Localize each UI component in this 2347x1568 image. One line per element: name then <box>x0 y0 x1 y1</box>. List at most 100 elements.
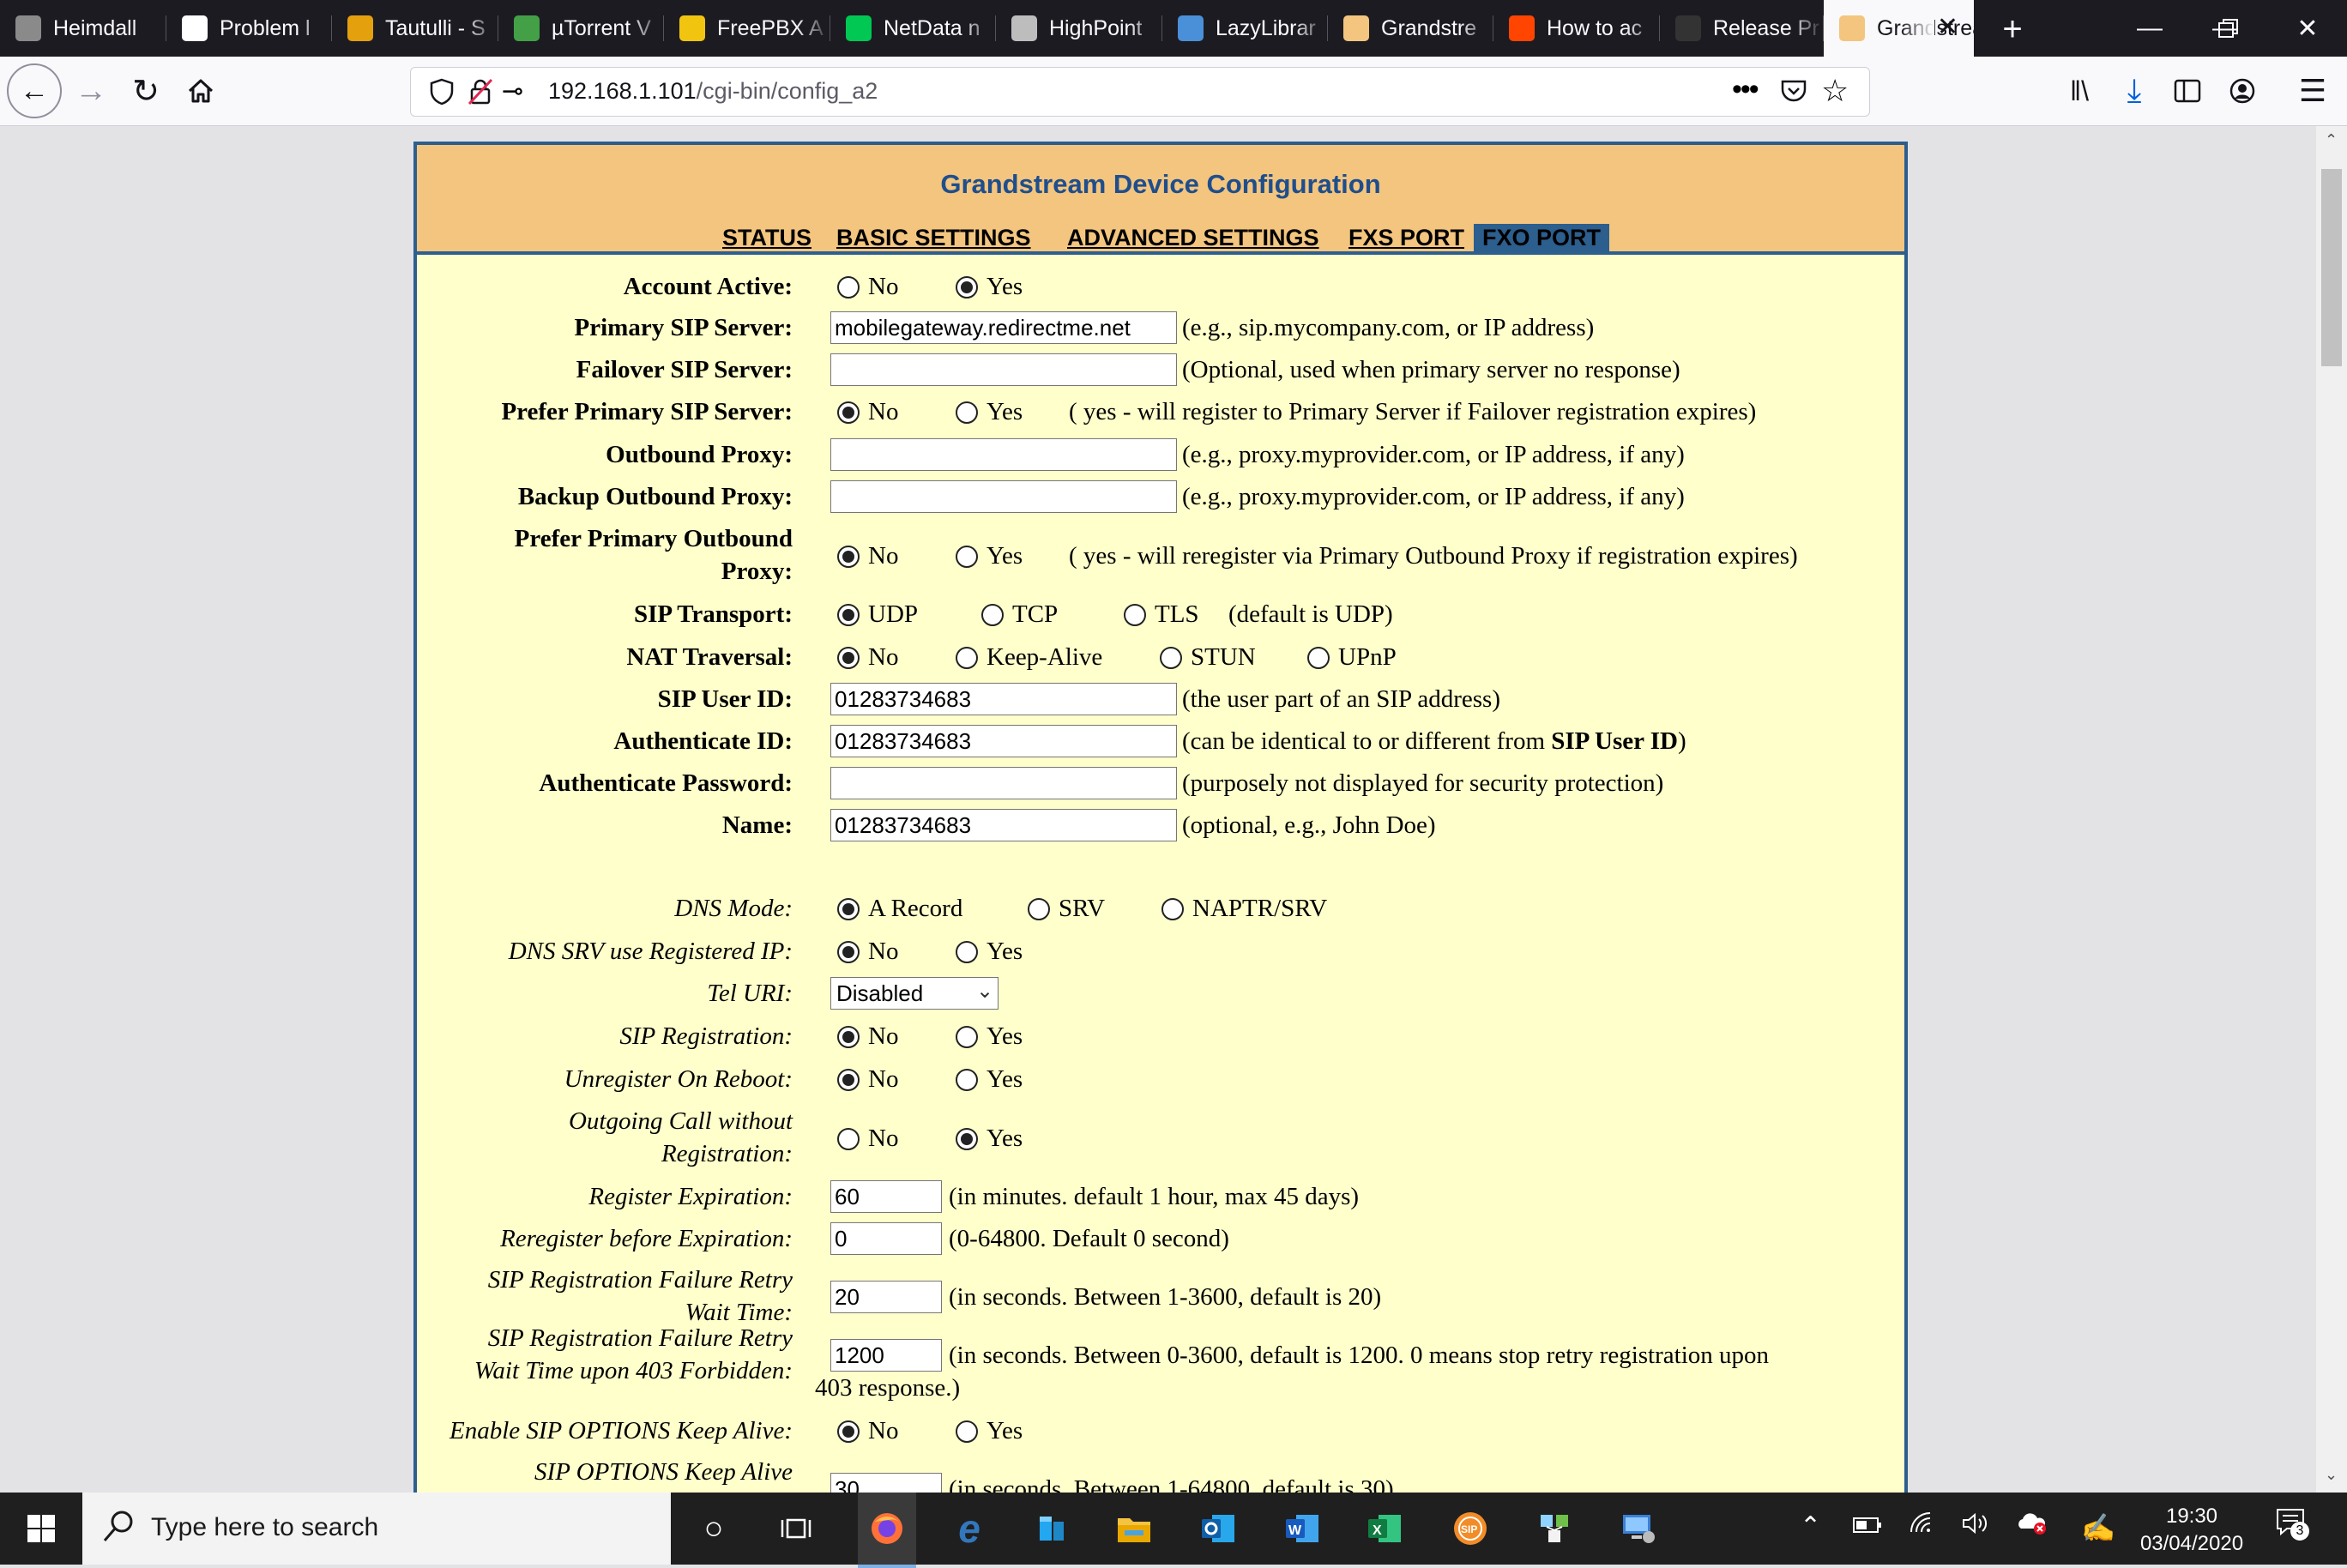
dns_mode-radio-a-record[interactable] <box>837 898 860 920</box>
excel-taskbar-icon[interactable]: X <box>1359 1503 1410 1554</box>
cortana-icon[interactable]: ○ <box>688 1503 739 1554</box>
browser-tab[interactable]: NetData n <box>830 0 996 57</box>
reload-button[interactable]: ↻ <box>120 65 172 117</box>
authenticate_id-input[interactable]: 01283734683 <box>830 725 1177 757</box>
window-restore-button[interactable] <box>2189 0 2268 57</box>
sip_transport-radio-tcp[interactable] <box>981 604 1004 626</box>
taskbar-search-box[interactable]: Type here to search <box>82 1493 671 1565</box>
remote-desktop-taskbar-icon[interactable] <box>1613 1503 1664 1554</box>
sip_options_keep_alive_interval-input[interactable]: 30 <box>830 1473 942 1493</box>
pocket-icon[interactable] <box>1780 78 1807 108</box>
firefox-taskbar-icon[interactable] <box>858 1493 916 1568</box>
browser-tab[interactable]: How to ac <box>1493 0 1660 57</box>
windows-start-icon[interactable] <box>15 1503 67 1554</box>
sip_registration-radio-yes[interactable] <box>956 1026 978 1048</box>
nat_traversal-radio-upnp[interactable] <box>1307 647 1330 669</box>
browser-tab[interactable]: Tautulli - S <box>332 0 498 57</box>
account_active-radio-yes[interactable] <box>956 276 978 299</box>
new-tab-button[interactable]: + <box>1988 5 2036 53</box>
outgoing_call_without_reg-radio-no[interactable] <box>837 1128 860 1150</box>
name-input[interactable]: 01283734683 <box>830 809 1177 841</box>
menu-icon[interactable]: ☰ <box>2287 65 2338 117</box>
prefer_primary_sip-radio-no[interactable] <box>837 401 860 424</box>
network-tool-taskbar-icon[interactable] <box>1529 1503 1580 1554</box>
shield-icon[interactable] <box>430 78 454 110</box>
forward-button[interactable]: → <box>65 65 117 117</box>
dns_srv_registered_ip-radio-no[interactable] <box>837 941 860 963</box>
sip_registration-radio-no[interactable] <box>837 1026 860 1048</box>
bookmark-star-icon[interactable]: ☆ <box>1821 73 1849 109</box>
nat_traversal-radio-no[interactable] <box>837 647 860 669</box>
task-view-icon[interactable] <box>770 1503 822 1554</box>
prefer_primary_sip-radio-yes[interactable] <box>956 401 978 424</box>
browser-tab[interactable]: Problem l <box>166 0 332 57</box>
notification-center-icon[interactable]: 3 <box>2275 1506 2309 1547</box>
volume-icon[interactable] <box>1961 1511 1990 1542</box>
dns_mode-radio-naptr-srv[interactable] <box>1161 898 1184 920</box>
register_expiration-input[interactable]: 60 <box>830 1180 942 1213</box>
chevron-down-icon[interactable]: ⌄ <box>976 979 993 1004</box>
nat_traversal-radio-stun[interactable] <box>1160 647 1182 669</box>
chevron-up-icon[interactable]: ⌃ <box>1800 1511 1821 1541</box>
browser-tab[interactable]: LazyLibrar <box>1162 0 1328 57</box>
browser-tab[interactable]: Grandstrea✕ <box>1824 0 1974 57</box>
dns_srv_registered_ip-radio-yes[interactable] <box>956 941 978 963</box>
browser-tab[interactable]: Grandstre <box>1328 0 1493 57</box>
tab-advanced-settings[interactable]: ADVANCED SETTINGS <box>1067 224 1319 251</box>
browser-tab[interactable]: Release Pr <box>1660 0 1824 57</box>
primary_sip-input[interactable]: mobilegateway.redirectme.net <box>830 311 1177 344</box>
sip_user_id-input[interactable]: 01283734683 <box>830 683 1177 715</box>
page-actions-icon[interactable]: ••• <box>1732 73 1759 106</box>
file-explorer-taskbar-icon[interactable] <box>1108 1503 1160 1554</box>
nat_traversal-radio-keep-alive[interactable] <box>956 647 978 669</box>
unregister_on_reboot-radio-yes[interactable] <box>956 1069 978 1091</box>
sip_transport-radio-udp[interactable] <box>837 604 860 626</box>
browser-tab[interactable]: HighPoint <box>996 0 1162 57</box>
sip_transport-radio-tls[interactable] <box>1124 604 1146 626</box>
url-bar[interactable]: ⊸ 192.168.1.101/cgi-bin/config_a2 ••• ☆ <box>410 67 1870 117</box>
close-tab-icon[interactable]: ✕ <box>1937 12 1958 42</box>
backup_outbound_proxy-input[interactable] <box>830 480 1177 513</box>
taskbar-clock[interactable]: 19:30 03/04/2020 <box>2119 1503 2265 1558</box>
authenticate_password-input[interactable] <box>830 767 1177 799</box>
battery-icon[interactable] <box>1853 1511 1882 1541</box>
wifi-icon[interactable] <box>1910 1511 1935 1541</box>
outgoing_call_without_reg-radio-yes[interactable] <box>956 1128 978 1150</box>
sip_options_keep_alive-radio-yes[interactable] <box>956 1420 978 1443</box>
library-icon[interactable]: ‖\ <box>2054 65 2105 117</box>
outlook-taskbar-icon[interactable] <box>1192 1503 1244 1554</box>
reg_failure_retry_wait_403-input[interactable]: 1200 <box>830 1339 942 1372</box>
url-text[interactable]: 192.168.1.101/cgi-bin/config_a2 <box>548 78 878 105</box>
pen-icon[interactable]: ✍ <box>2081 1511 2115 1544</box>
browser-tab[interactable]: FreePBX A <box>664 0 830 57</box>
insecure-lock-icon[interactable] <box>468 78 493 110</box>
sidebar-icon[interactable] <box>2162 65 2213 117</box>
dns_mode-radio-srv[interactable] <box>1028 898 1050 920</box>
unregister_on_reboot-radio-no[interactable] <box>837 1069 860 1091</box>
store-taskbar-icon[interactable] <box>1026 1503 1077 1554</box>
account_active-radio-no[interactable] <box>837 276 860 299</box>
scroll-up-icon[interactable]: ⌃ <box>2325 131 2338 149</box>
failover_sip-input[interactable] <box>830 353 1177 386</box>
prefer_primary_outbound-radio-yes[interactable] <box>956 546 978 568</box>
prefer_primary_outbound-radio-no[interactable] <box>837 546 860 568</box>
scrollbar-thumb[interactable] <box>2321 169 2342 366</box>
browser-tab[interactable]: Heimdall <box>0 0 166 57</box>
tab-fxs-port[interactable]: FXS PORT <box>1348 224 1464 251</box>
word-taskbar-icon[interactable]: W <box>1276 1503 1328 1554</box>
sip_options_keep_alive-radio-no[interactable] <box>837 1420 860 1443</box>
tel-uri-select[interactable]: Disabled <box>830 977 999 1010</box>
tab-status[interactable]: STATUS <box>722 224 811 251</box>
reg_failure_retry_wait-input[interactable]: 20 <box>830 1281 942 1313</box>
reregister_before_expiration-input[interactable]: 0 <box>830 1222 942 1255</box>
scroll-down-icon[interactable]: ⌄ <box>2325 1466 2338 1484</box>
back-button[interactable]: ← <box>7 63 62 118</box>
window-close-button[interactable]: ✕ <box>2268 0 2347 57</box>
downloads-icon[interactable]: ⤓ <box>2109 65 2160 117</box>
account-icon[interactable] <box>2217 65 2268 117</box>
window-minimize-button[interactable]: — <box>2110 0 2189 57</box>
edge-taskbar-icon[interactable]: e <box>944 1503 995 1554</box>
onedrive-error-icon[interactable] <box>2016 1511 2048 1542</box>
browser-tab[interactable]: µTorrent V <box>498 0 664 57</box>
tab-fxo-port[interactable]: FXO PORT <box>1474 224 1610 251</box>
